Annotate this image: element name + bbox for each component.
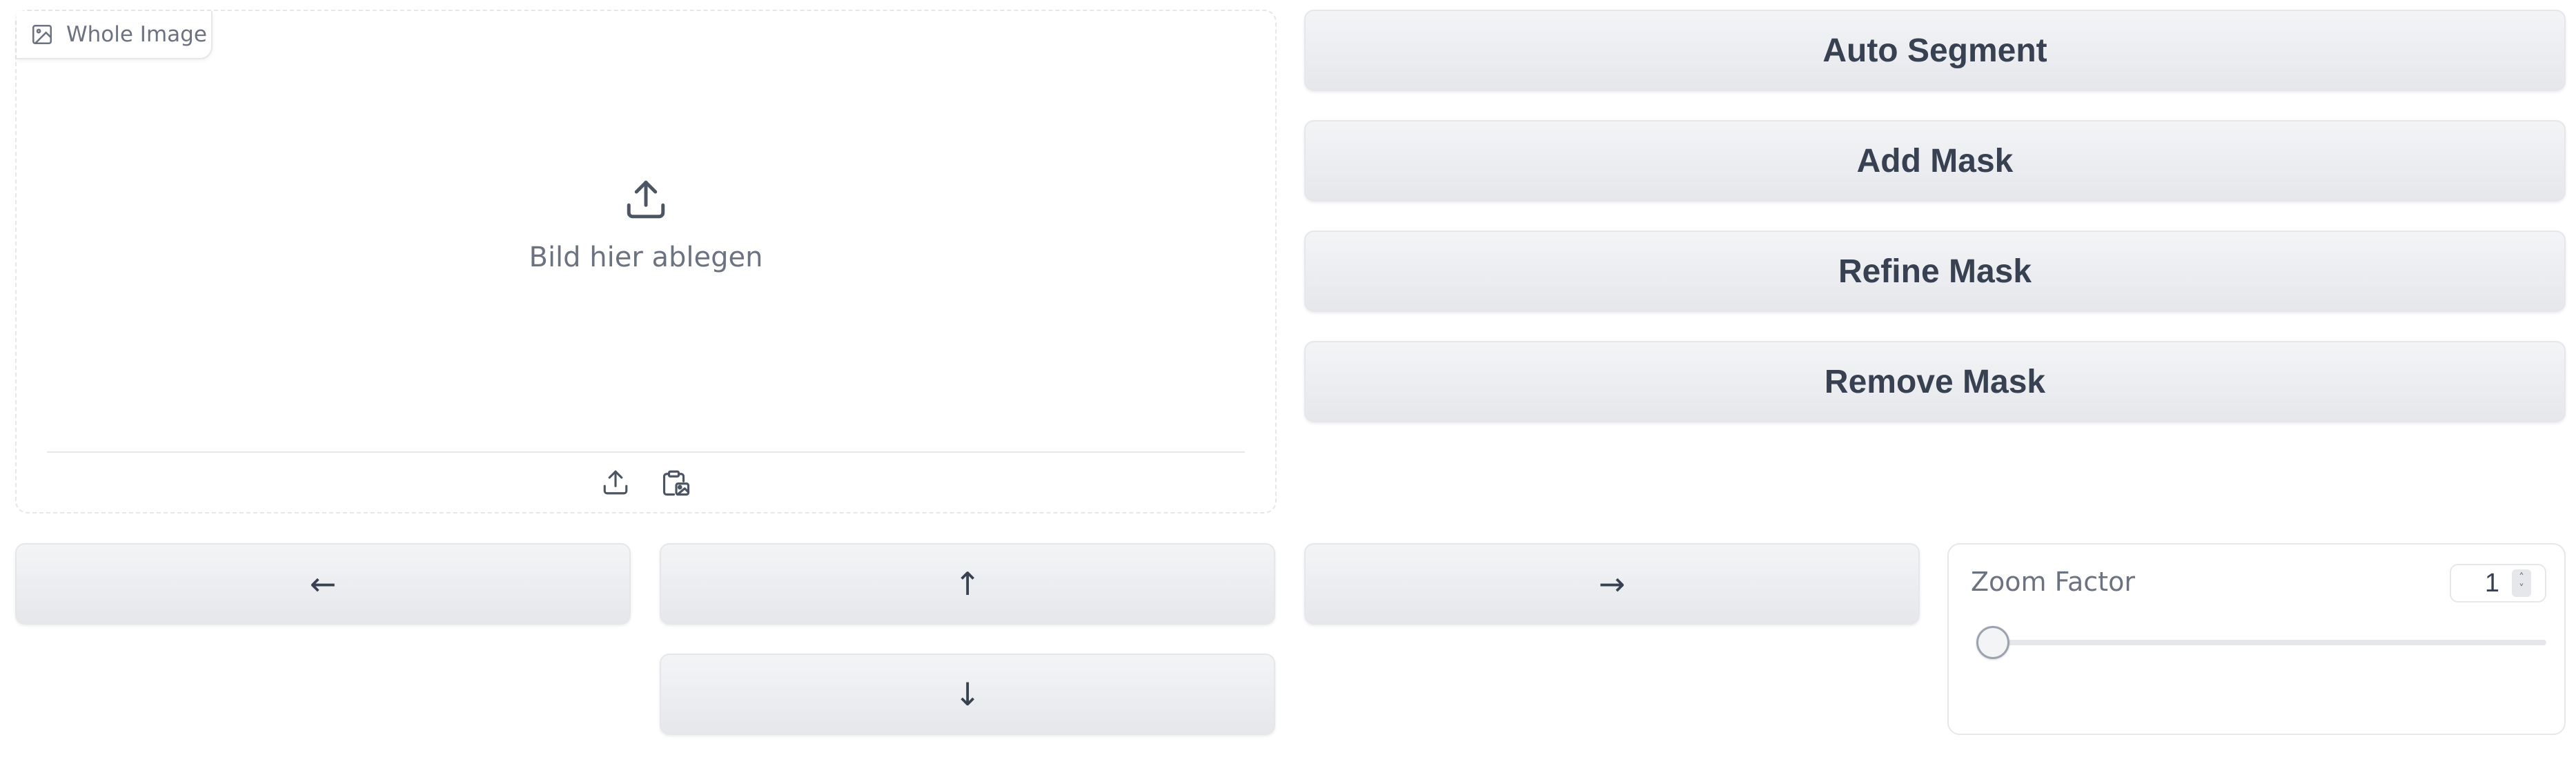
slider-thumb[interactable]	[1976, 626, 2009, 659]
upload-icon	[603, 470, 628, 495]
zoom-factor-label: Zoom Factor	[1971, 567, 2135, 597]
zoom-factor-slider[interactable]	[1976, 626, 2546, 659]
image-drop-zone[interactable]: Bild hier ablegen	[17, 59, 1275, 460]
upload-icon	[627, 180, 665, 219]
move-up-button[interactable]: ↑	[660, 543, 1275, 625]
clipboard-source-button[interactable]	[660, 467, 692, 498]
zoom-factor-number-input[interactable]: 1 ˄ ˅	[2450, 564, 2546, 603]
number-spinner[interactable]: ˄ ˅	[2512, 569, 2531, 597]
remove-mask-button[interactable]: Remove Mask	[1304, 341, 2566, 422]
drop-zone-text: Bild hier ablegen	[529, 242, 763, 273]
clipboard-icon	[662, 470, 690, 496]
zoom-factor-value: 1	[2484, 568, 2499, 598]
image-input-label-text: Whole Image	[66, 22, 207, 47]
chevron-down-icon[interactable]: ˅	[2519, 583, 2524, 594]
move-down-button[interactable]: ↓	[660, 654, 1275, 735]
image-icon	[32, 24, 52, 45]
auto-segment-button[interactable]: Auto Segment	[1304, 10, 2566, 91]
move-left-button[interactable]: ←	[15, 543, 631, 625]
image-input-label: Whole Image	[17, 11, 213, 59]
upload-source-button[interactable]	[600, 467, 631, 498]
app-root: Whole Image Bild hier ablegen Auto Segme…	[0, 0, 2576, 764]
add-mask-button[interactable]: Add Mask	[1304, 120, 2566, 202]
move-right-button[interactable]: →	[1304, 543, 1920, 625]
zoom-factor-panel: Zoom Factor 1 ˄ ˅	[1947, 543, 2566, 735]
image-input-panel: Whole Image Bild hier ablegen	[15, 10, 1277, 513]
image-source-toolbar	[47, 451, 1245, 512]
refine-mask-button[interactable]: Refine Mask	[1304, 231, 2566, 312]
